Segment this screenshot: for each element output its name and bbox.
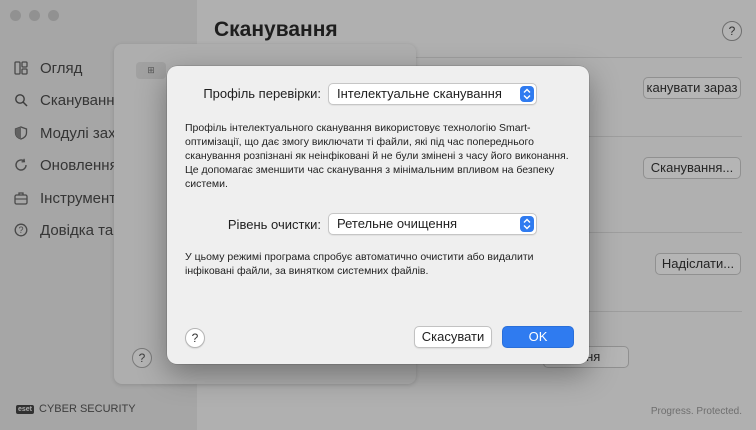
dialog-help-button[interactable]: ?	[185, 328, 205, 348]
profile-select[interactable]: Інтелектуальне сканування	[328, 83, 537, 105]
chevron-updown-icon	[520, 86, 534, 102]
profile-label: Профіль перевірки:	[203, 86, 321, 101]
profile-description: Профіль інтелектуального сканування вико…	[185, 122, 569, 190]
clean-level-label: Рівень очистки:	[227, 217, 321, 232]
app-window: Огляд Сканування Модулі захи Оновлення І…	[0, 0, 756, 430]
ok-button[interactable]: OK	[502, 326, 574, 348]
chevron-updown-icon	[520, 216, 534, 232]
clean-level-description: У цьому режимі програма спробує автомати…	[185, 251, 534, 277]
scan-profile-dialog: Профіль перевірки: Інтелектуальне сканув…	[167, 66, 589, 364]
profile-select-value: Інтелектуальне сканування	[337, 86, 502, 101]
clean-level-select[interactable]: Ретельне очищення	[328, 213, 537, 235]
clean-level-select-value: Ретельне очищення	[337, 216, 458, 231]
cancel-button[interactable]: Скасувати	[414, 326, 492, 348]
